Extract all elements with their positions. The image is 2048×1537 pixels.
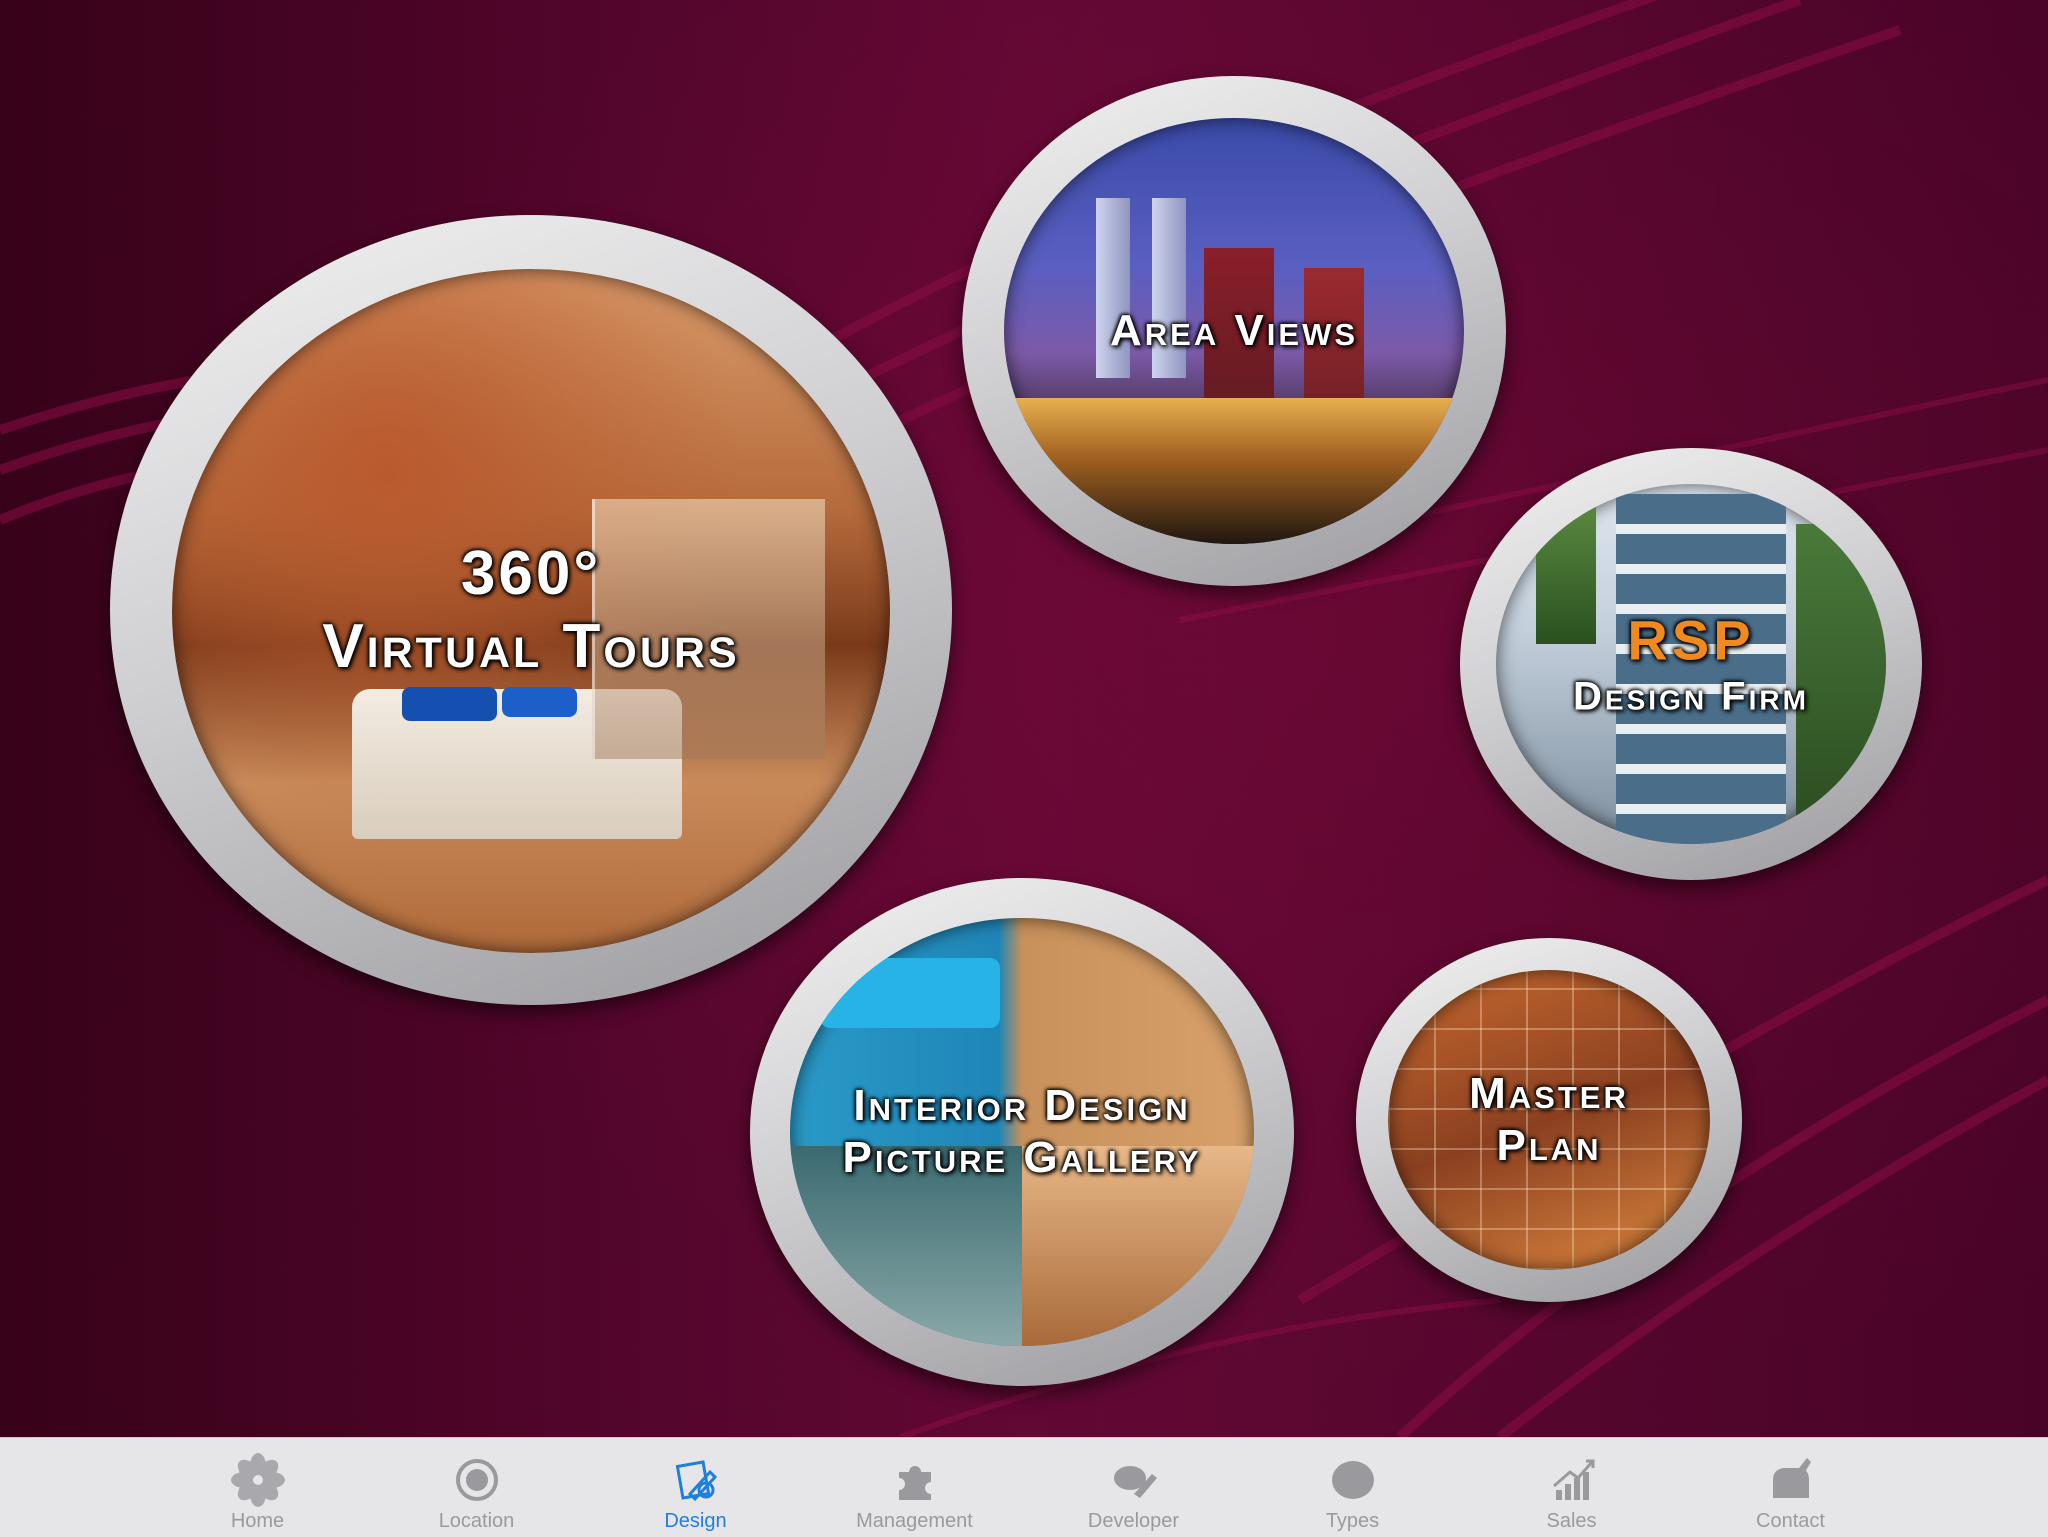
tab-developer[interactable]: Developer [1024, 1438, 1243, 1537]
master-plan-line2: Plan [1496, 1121, 1602, 1170]
master-plan-label: Master Plan [1356, 1068, 1742, 1172]
tab-home-label: Home [230, 1510, 285, 1532]
pillow-blue-2 [502, 687, 577, 717]
master-plan-line1: Master [1469, 1069, 1629, 1119]
tab-contact-label: Contact [1756, 1510, 1825, 1532]
area-views-tile[interactable]: Area Views [962, 76, 1506, 586]
developer-icon [1113, 1466, 1157, 1498]
sales-chart-icon [1552, 1459, 1594, 1500]
virtual-tours-line2: Virtual Tours [322, 612, 740, 681]
blue-sofa [820, 958, 1000, 1028]
virtual-tours-label: 360° Virtual Tours [110, 537, 952, 683]
design-firm-label: RSP Design Firm [1460, 607, 1922, 720]
puzzle-icon [898, 1466, 931, 1500]
tab-types[interactable]: Types [1243, 1438, 1462, 1537]
flower-icon [230, 1453, 285, 1507]
virtual-tours-line1: 360° [460, 538, 602, 608]
design-pencil-icon [675, 1460, 717, 1502]
tab-developer-label: Developer [1087, 1510, 1180, 1532]
rsp-brand: RSP [1627, 608, 1755, 672]
interior-gallery-label: Interior Design Picture Gallery [750, 1080, 1294, 1184]
target-icon [455, 1459, 498, 1501]
tab-sales[interactable]: Sales [1462, 1438, 1681, 1537]
tab-types-label: Types [1325, 1510, 1380, 1532]
tab-design[interactable]: Design [586, 1438, 805, 1537]
pillow-blue [402, 687, 497, 721]
tab-contact[interactable]: Contact [1681, 1438, 1900, 1537]
virtual-tours-tile[interactable]: 360° Virtual Tours [110, 215, 952, 1005]
contact-icon [1772, 1458, 1811, 1498]
circle-icon [1331, 1461, 1374, 1499]
tab-design-label: Design [664, 1510, 727, 1532]
tab-bar: Home Location Design Management Develope… [0, 1437, 2048, 1537]
city-lights [1004, 398, 1464, 544]
design-firm-text: Design Firm [1573, 674, 1809, 719]
master-plan-tile[interactable]: Master Plan [1356, 938, 1742, 1302]
tab-management-label: Management [856, 1510, 973, 1532]
tab-location-label: Location [438, 1510, 515, 1532]
interior-gallery-tile[interactable]: Interior Design Picture Gallery [750, 878, 1294, 1386]
tab-home[interactable]: Home [148, 1438, 367, 1537]
tab-management[interactable]: Management [805, 1438, 1024, 1537]
area-views-label: Area Views [1109, 306, 1359, 356]
design-firm-tile[interactable]: RSP Design Firm [1460, 448, 1922, 880]
interior-gallery-line1: Interior Design [853, 1081, 1191, 1131]
interior-gallery-line2: Picture Gallery [842, 1133, 1202, 1182]
tab-sales-label: Sales [1546, 1510, 1597, 1532]
tab-location[interactable]: Location [367, 1438, 586, 1537]
